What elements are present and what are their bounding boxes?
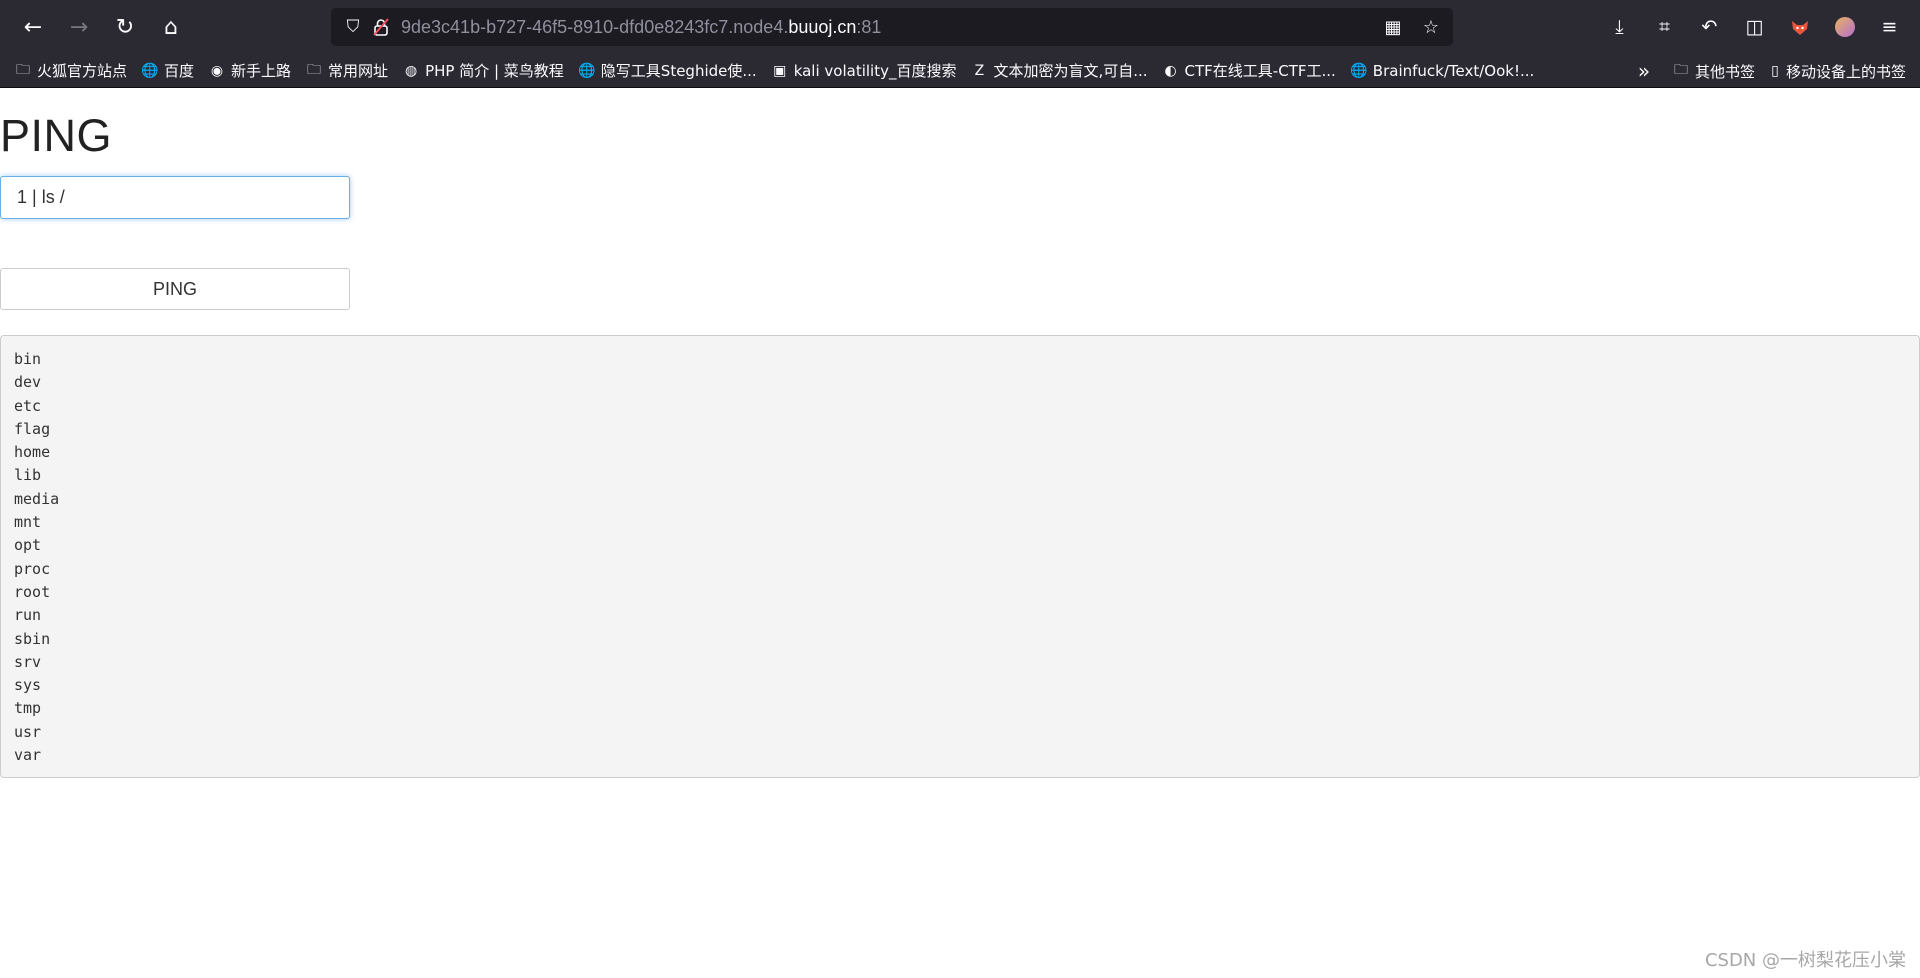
output-line: mnt [14,513,42,532]
mobile-bookmarks[interactable]: ▯ 移动设备上的书签 [1769,61,1906,82]
bookmarks-overflow-button[interactable]: » [1635,59,1658,83]
runoob-icon: ◍ [404,62,418,79]
page-title: PING [0,110,113,161]
back-button[interactable]: ← [10,7,56,47]
url-actions: ▦ ☆ [1377,8,1447,46]
chevron-double-right-icon: » [1637,59,1651,83]
bookmark-item[interactable]: ◉ 新手上路 [208,60,291,81]
output-line: sbin [14,629,51,648]
home-icon: ⌂ [164,14,178,40]
bookmark-item[interactable]: Z 文本加密为盲文,可自... [970,60,1148,81]
ip-input[interactable] [0,176,350,219]
bookmark-star-icon[interactable]: ☆ [1415,8,1447,46]
output-line: var [14,746,42,765]
command-output: bin dev etc flag home lib media mnt opt … [0,335,1920,778]
output-line: home [14,443,51,462]
qr-code-icon[interactable]: ▦ [1377,8,1409,46]
reader-view-icon[interactable]: ◫ [1732,7,1777,47]
avatar-icon [1834,17,1855,37]
other-bookmarks[interactable]: 🗀 其他书签 [1672,61,1755,82]
bookmark-item[interactable]: 🌐 百度 [141,60,194,81]
account-avatar[interactable] [1822,7,1867,47]
screenshot-crop-icon[interactable]: ⌗ [1642,7,1687,47]
output-line: sys [14,676,42,695]
bookmark-item[interactable]: 🌐 隐写工具Steghide使... [578,60,757,81]
forward-arrow-icon: → [69,14,89,40]
output-line: run [14,606,42,625]
browser-toolbar: ← → ↻ ⌂ ⛉ 9de3c41b-b727-46f5-8910-dfd0e8… [0,0,1920,54]
output-line: proc [14,559,51,578]
folder-icon: 🗀 [1673,62,1688,78]
output-line: flag [14,419,51,438]
url-text[interactable]: 9de3c41b-b727-46f5-8910-dfd0e8243fc7.nod… [401,17,881,38]
zj-logo-icon: Z [974,62,985,79]
globe-icon: 🌐 [578,62,596,79]
csdn-watermark: CSDN @一树梨花压小棠 [1704,950,1906,971]
address-bar[interactable]: ⛉ 9de3c41b-b727-46f5-8910-dfd0e8243fc7.n… [331,8,1453,46]
reload-button[interactable]: ↻ [102,7,148,47]
folder-icon: 🗀 [16,61,30,78]
bookmark-item[interactable]: ◍ PHP 简介 | 菜鸟教程 [402,60,564,81]
output-line: srv [14,652,42,671]
bookmark-item[interactable]: 🗀 火狐官方站点 [14,60,127,81]
output-line: opt [14,536,42,555]
output-line: root [14,582,51,601]
menu-button[interactable]: ≡ [1867,7,1912,47]
ping-button[interactable]: PING [0,268,350,310]
url-prefix: 9de3c41b-b727-46f5-8910-dfd0e8243fc7.nod… [401,16,789,37]
output-line: usr [14,722,42,741]
bookmark-item[interactable]: ▣ kali volatility_百度搜索 [771,60,956,81]
url-port: :81 [856,16,882,37]
bookmarks-bar: 🗀 火狐官方站点 🌐 百度 ◉ 新手上路 🗀 常用网址 ◍ PHP 简介 | 菜鸟教程 🌐… [0,54,1920,88]
back-arrow-icon: ← [23,14,43,40]
output-line: etc [14,396,42,415]
hamburger-menu-icon: ≡ [1881,16,1898,38]
tracking-shield-icon[interactable]: ⛉ [339,8,367,46]
lock-icon [373,18,389,36]
fox-extension-icon [1791,21,1808,35]
downloads-icon[interactable]: ⤓ [1597,7,1642,47]
url-host: buuoj.cn [788,16,857,37]
ctf-tool-icon: ◐ [1164,62,1177,79]
output-line: lib [14,466,42,485]
output-line: bin [14,350,42,368]
globe-icon: 🌐 [141,62,159,79]
output-line: media [14,489,60,508]
baidu-paw-icon: ▣ [773,62,787,79]
undo-icon[interactable]: ↶ [1687,7,1732,47]
firefox-icon: ◉ [210,62,224,79]
bookmark-item[interactable]: ◐ CTF在线工具-CTF工... [1162,60,1335,81]
extension-fox-icon[interactable] [1777,7,1822,47]
page-content: PING PING bin dev etc flag home lib medi… [0,88,1920,978]
insecure-lock-icon[interactable] [367,8,395,46]
output-line: dev [14,373,42,392]
bookmarks-right: » 🗀 其他书签 ▯ 移动设备上的书签 [1635,54,1906,88]
home-button[interactable]: ⌂ [148,7,194,47]
reload-icon: ↻ [115,14,135,40]
output-line: tmp [14,699,42,718]
toolbar-right: ⤓ ⌗ ↶ ◫ ≡ [1597,7,1912,47]
bookmark-item[interactable]: 🌐 Brainfuck/Text/Ook!... [1350,62,1534,80]
folder-icon: 🗀 [307,61,322,78]
forward-button[interactable]: → [56,7,102,47]
mobile-device-icon: ▯ [1771,63,1779,79]
globe-icon: 🌐 [1350,62,1368,79]
bookmark-item[interactable]: 🗀 常用网址 [305,60,388,81]
